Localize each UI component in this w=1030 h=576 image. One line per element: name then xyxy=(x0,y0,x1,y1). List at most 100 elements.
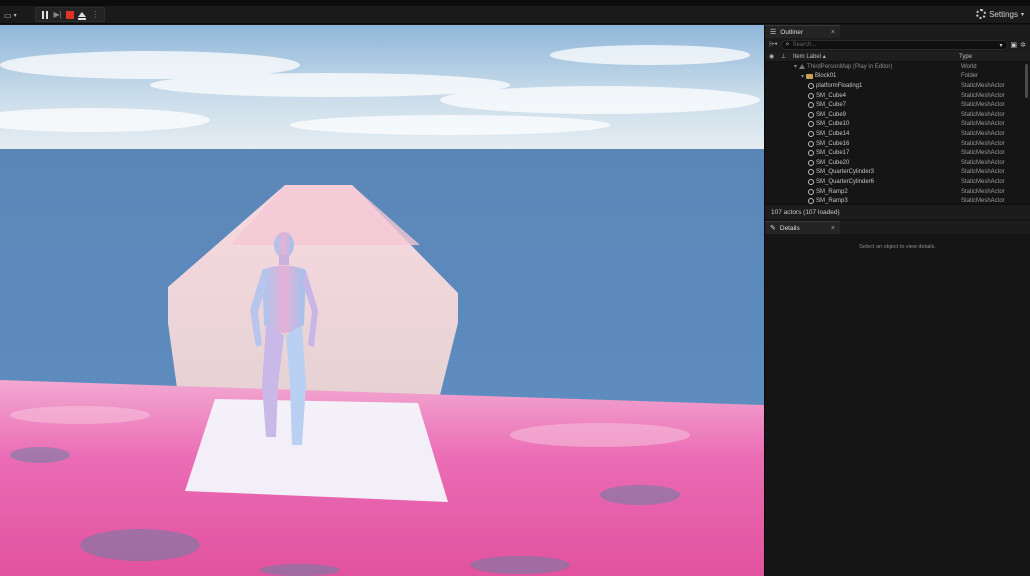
outliner-row[interactable]: platformFloating1 StaticMeshActor xyxy=(765,81,1030,91)
pin-icon[interactable]: ⊥ xyxy=(781,53,786,60)
row-label-text: SM_Ramp3 xyxy=(816,198,848,204)
row-label-text: platformFloating1 xyxy=(816,82,863,89)
row-label-text: SM_Cube17 xyxy=(816,150,850,157)
row-label-text: SM_Cube9 xyxy=(816,111,847,118)
eject-button[interactable] xyxy=(77,9,88,20)
outliner-row-type: StaticMeshActor xyxy=(961,140,1005,147)
outliner-row[interactable]: SM_Cube20 StaticMeshActor xyxy=(765,158,1030,168)
row-label-text: ThirdPersonMap (Play in Editor) xyxy=(807,63,893,70)
more-options-button[interactable]: ⋮ xyxy=(89,9,100,20)
close-icon[interactable]: × xyxy=(831,225,835,232)
row-label-text: SM_Cube20 xyxy=(816,159,850,166)
editor-side-panel: ☰ Outliner × ⩥▾ ⌕ Search... ▾ ▣ ✲ ◉ ⊥ It… xyxy=(764,25,1030,576)
outliner-row[interactable]: SM_QuarterCylinder3 StaticMeshActor xyxy=(765,168,1030,178)
outliner-row[interactable]: SM_Cube10 StaticMeshActor xyxy=(765,120,1030,130)
column-item-label[interactable]: Item Label ▴ xyxy=(793,53,826,60)
settings-label: Settings xyxy=(989,9,1018,19)
settings-button[interactable]: Settings ▾ xyxy=(976,9,1024,19)
outliner-row-label: SM_Cube7 xyxy=(765,102,847,109)
outliner-row-type: StaticMeshActor xyxy=(961,130,1005,137)
outliner-row-label: SM_Cube4 xyxy=(765,92,847,99)
tab-details[interactable]: ✎ Details × xyxy=(765,221,840,234)
outliner-row[interactable]: SM_Cube16 StaticMeshActor xyxy=(765,139,1030,149)
outliner-row-label: SM_Cube9 xyxy=(765,111,847,118)
outliner-row-type: StaticMeshActor xyxy=(961,82,1005,89)
row-label-text: SM_QuarterCylinder6 xyxy=(816,178,875,185)
static-mesh-icon xyxy=(808,169,814,176)
tab-details-label: Details xyxy=(779,224,800,232)
outliner-row-label: SM_Cube17 xyxy=(765,150,850,157)
static-mesh-icon xyxy=(808,82,814,89)
search-icon: ⌕ xyxy=(785,41,790,48)
close-icon[interactable]: × xyxy=(831,29,835,36)
outliner-row-type: StaticMeshActor xyxy=(961,159,1005,166)
row-label-text: SM_Ramp2 xyxy=(816,188,848,195)
pause-icon xyxy=(42,10,49,19)
outliner-status: 107 actors (107 loaded) xyxy=(765,204,1030,219)
add-folder-icon[interactable]: ▣ xyxy=(1011,41,1018,49)
outliner-row-label: platformFloating1 xyxy=(765,82,863,89)
outliner-tabbar: ☰ Outliner × xyxy=(765,25,1030,38)
outliner-row-type: StaticMeshActor xyxy=(961,198,1005,204)
outliner-row-label: SM_Cube10 xyxy=(765,121,849,128)
outliner-row[interactable]: SM_Cube14 StaticMeshActor xyxy=(765,129,1030,139)
outliner-row[interactable]: SM_Cube7 StaticMeshActor xyxy=(765,100,1030,110)
static-mesh-icon xyxy=(808,121,814,128)
editor-toolbar: ▭ ▾ ▶| ⋮ Settings ▾ xyxy=(0,6,1030,24)
outliner-row[interactable]: SM_Ramp2 StaticMeshActor xyxy=(765,187,1030,197)
outliner-row[interactable]: SM_Cube17 StaticMeshActor xyxy=(765,148,1030,158)
row-label-text: SM_Cube7 xyxy=(816,102,847,109)
outliner-row[interactable]: ▾ ThirdPersonMap (Play in Editor) World xyxy=(765,62,1030,72)
gear-icon xyxy=(976,9,987,19)
viewport-options-button[interactable]: ▭ ▾ xyxy=(4,8,17,22)
outliner-tree: ▾ ThirdPersonMap (Play in Editor) World ▾ Bl… xyxy=(765,62,1030,204)
static-mesh-icon xyxy=(808,188,814,195)
chevron-down-icon: ▾ xyxy=(1020,11,1024,18)
static-mesh-icon xyxy=(808,111,814,118)
expand-arrow-icon[interactable]: ▾ xyxy=(794,63,797,70)
filter-icon[interactable]: ⩥▾ xyxy=(769,41,778,49)
outliner-row-type: StaticMeshActor xyxy=(961,188,1005,195)
outliner-row-type: StaticMeshActor xyxy=(961,150,1005,157)
outliner-row-label: SM_Cube20 xyxy=(765,159,850,166)
outliner-row[interactable]: SM_Cube4 StaticMeshActor xyxy=(765,91,1030,101)
pause-button[interactable] xyxy=(40,9,51,20)
more-dots-icon: ⋮ xyxy=(91,10,99,19)
static-mesh-icon xyxy=(808,92,814,99)
row-label-text: SM_Cube4 xyxy=(816,92,847,99)
outliner-icon: ☰ xyxy=(770,29,777,36)
outliner-row[interactable]: SM_Cube9 StaticMeshActor xyxy=(765,110,1030,120)
row-label-text: SM_Cube14 xyxy=(816,130,850,137)
gear-icon[interactable]: ✲ xyxy=(1020,41,1026,49)
frame-skip-icon: ▶| xyxy=(53,10,62,19)
column-type[interactable]: Type xyxy=(959,54,972,60)
outliner-row[interactable]: ▾ Block01 Folder xyxy=(765,72,1030,82)
static-mesh-icon xyxy=(808,140,814,147)
visibility-eye-icon[interactable]: ◉ xyxy=(769,53,774,60)
world-icon xyxy=(799,64,806,70)
outliner-column-header: ◉ ⊥ Item Label ▴ Type xyxy=(765,52,1030,62)
outliner-row[interactable]: SM_Ramp3 StaticMeshActor xyxy=(765,196,1030,204)
details-tabbar: ✎ Details × xyxy=(765,221,1030,234)
tab-outliner[interactable]: ☰ Outliner × xyxy=(765,25,840,38)
outliner-row-type: StaticMeshActor xyxy=(961,102,1005,109)
game-viewport[interactable] xyxy=(0,25,764,576)
details-empty-message: Select an object to view details. xyxy=(859,244,936,250)
expand-arrow-icon[interactable]: ▾ xyxy=(801,73,804,80)
outliner-row-label: SM_Cube14 xyxy=(765,130,850,137)
stop-button[interactable] xyxy=(64,9,75,20)
eject-icon xyxy=(78,12,87,20)
play-controls: ▶| ⋮ xyxy=(35,7,105,22)
outliner-filterbar: ⩥▾ ⌕ Search... ▾ ▣ ✲ xyxy=(765,38,1030,52)
outliner-row-label: SM_Ramp2 xyxy=(765,188,848,195)
static-mesh-icon xyxy=(808,150,814,157)
outliner-row[interactable]: SM_QuarterCylinder6 StaticMeshActor xyxy=(765,177,1030,187)
search-placeholder: Search... xyxy=(792,42,817,48)
camera-speed-icon: ▭ xyxy=(4,10,12,20)
glowing-spawn-pad xyxy=(185,399,448,502)
outliner-row-label: SM_QuarterCylinder3 xyxy=(765,169,874,176)
frame-skip-button[interactable]: ▶| xyxy=(52,9,63,20)
static-mesh-icon xyxy=(808,102,814,109)
outliner-search-input[interactable]: ⌕ Search... ▾ xyxy=(780,40,1008,50)
outliner-row-type: StaticMeshActor xyxy=(961,111,1005,118)
